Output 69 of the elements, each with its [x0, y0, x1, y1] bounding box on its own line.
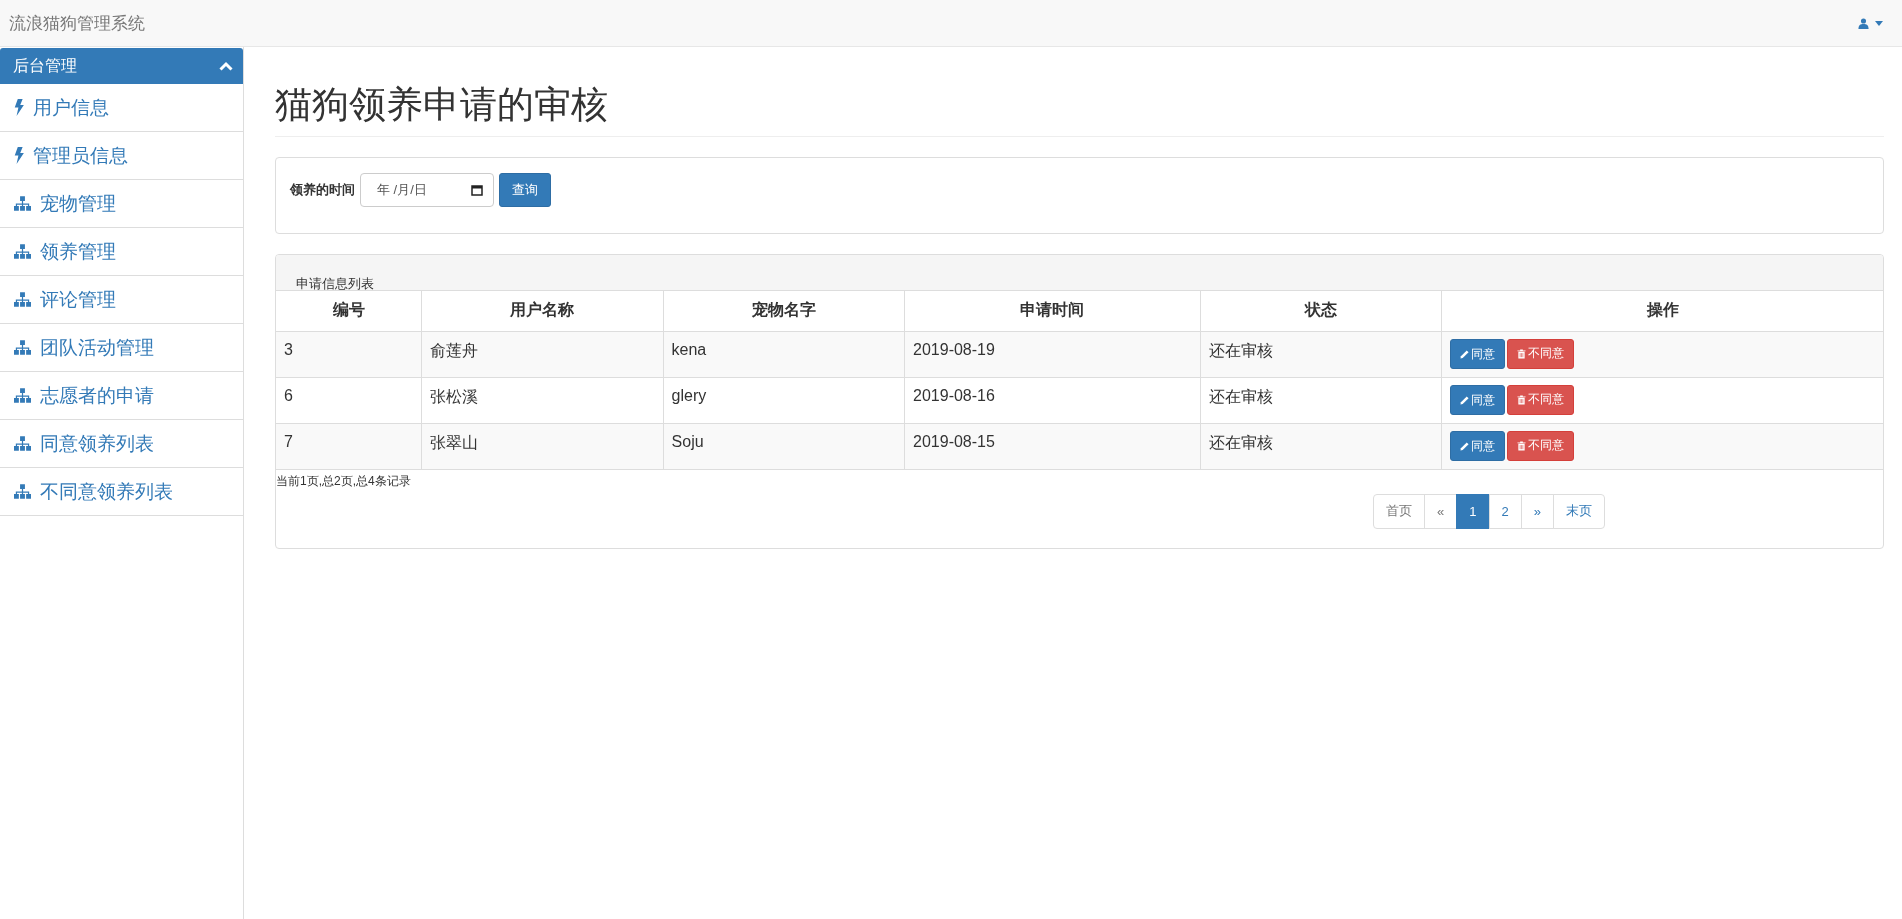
- table-cell: 还在审核: [1200, 377, 1442, 424]
- table-cell: 2019-08-15: [904, 423, 1201, 470]
- sidebar-item[interactable]: 志愿者的申请: [0, 372, 243, 420]
- sidebar-header-title: 后台管理: [13, 55, 77, 76]
- trash-icon: [1517, 394, 1527, 405]
- sidebar-item[interactable]: 不同意领养列表: [0, 468, 243, 516]
- table-cell: 张翠山: [421, 423, 664, 470]
- brand-title[interactable]: 流浪猫狗管理系统: [9, 11, 145, 35]
- sitemap-icon: [14, 436, 31, 451]
- calendar-icon: [471, 183, 483, 196]
- table-cell: 张松溪: [421, 377, 664, 424]
- pencil-icon: [1460, 349, 1470, 359]
- column-header: 宠物名字: [663, 290, 905, 332]
- approve-button[interactable]: 同意: [1450, 339, 1506, 370]
- table-cell: kena: [663, 331, 905, 378]
- table-cell: glery: [663, 377, 905, 424]
- column-header: 用户名称: [421, 290, 664, 332]
- sidebar-item[interactable]: 同意领养列表: [0, 420, 243, 468]
- date-field[interactable]: 年 /月/日: [360, 172, 494, 207]
- reject-button[interactable]: 不同意: [1507, 430, 1575, 461]
- record-summary: 当前1页,总2页,总4条记录: [276, 472, 412, 490]
- sitemap-icon: [14, 244, 31, 259]
- table-cell: 3: [276, 331, 422, 378]
- page-link[interactable]: »: [1520, 493, 1554, 529]
- sitemap-icon: [14, 340, 31, 355]
- bolt-icon: [14, 147, 24, 164]
- approve-button[interactable]: 同意: [1450, 431, 1506, 462]
- pencil-icon: [1460, 395, 1470, 405]
- reject-button[interactable]: 不同意: [1507, 384, 1575, 415]
- table-cell: 还在审核: [1200, 423, 1442, 470]
- user-icon: [1858, 17, 1869, 29]
- table-cell: 6: [276, 377, 422, 424]
- table-cell: 7: [276, 423, 422, 470]
- page-link[interactable]: 1: [1456, 493, 1490, 529]
- approve-button[interactable]: 同意: [1450, 385, 1506, 416]
- table-caption: 申请信息列表: [276, 254, 1883, 291]
- sidebar-item[interactable]: 团队活动管理: [0, 324, 243, 372]
- page-title: 猫狗领养申请的审核: [275, 85, 1884, 137]
- sidebar-item[interactable]: 宠物管理: [0, 180, 243, 228]
- sitemap-icon: [14, 388, 31, 403]
- query-button[interactable]: 查询: [499, 172, 551, 207]
- page-link[interactable]: 末页: [1553, 493, 1605, 529]
- sidebar-item[interactable]: 管理员信息: [0, 132, 243, 180]
- table-cell: 俞莲舟: [421, 331, 664, 378]
- reject-button[interactable]: 不同意: [1507, 338, 1575, 369]
- bolt-icon: [14, 99, 24, 116]
- sitemap-icon: [14, 484, 31, 499]
- column-header: 申请时间: [904, 290, 1201, 332]
- page-link[interactable]: «: [1424, 493, 1458, 529]
- column-header: 操作: [1441, 290, 1883, 332]
- trash-icon: [1517, 348, 1527, 359]
- column-header: 编号: [276, 290, 422, 332]
- sidebar-item[interactable]: 领养管理: [0, 228, 243, 276]
- sitemap-icon: [14, 292, 31, 307]
- table-cell: 2019-08-19: [904, 331, 1201, 378]
- page-link[interactable]: 2: [1488, 493, 1522, 529]
- table-cell: 还在审核: [1200, 331, 1442, 378]
- table-cell: Soju: [663, 423, 905, 470]
- sitemap-icon: [14, 196, 31, 211]
- trash-icon: [1517, 440, 1527, 451]
- column-header: 状态: [1200, 290, 1442, 332]
- page-link[interactable]: 首页: [1373, 493, 1426, 529]
- sidebar-item[interactable]: 评论管理: [0, 276, 243, 324]
- date-label: 领养的时间: [290, 180, 355, 199]
- pencil-icon: [1460, 441, 1470, 451]
- caret-icon: [1875, 20, 1883, 26]
- table-cell: 2019-08-16: [904, 377, 1201, 424]
- sidebar-item[interactable]: 用户信息: [0, 84, 243, 132]
- sidebar-header[interactable]: 后台管理: [0, 48, 243, 84]
